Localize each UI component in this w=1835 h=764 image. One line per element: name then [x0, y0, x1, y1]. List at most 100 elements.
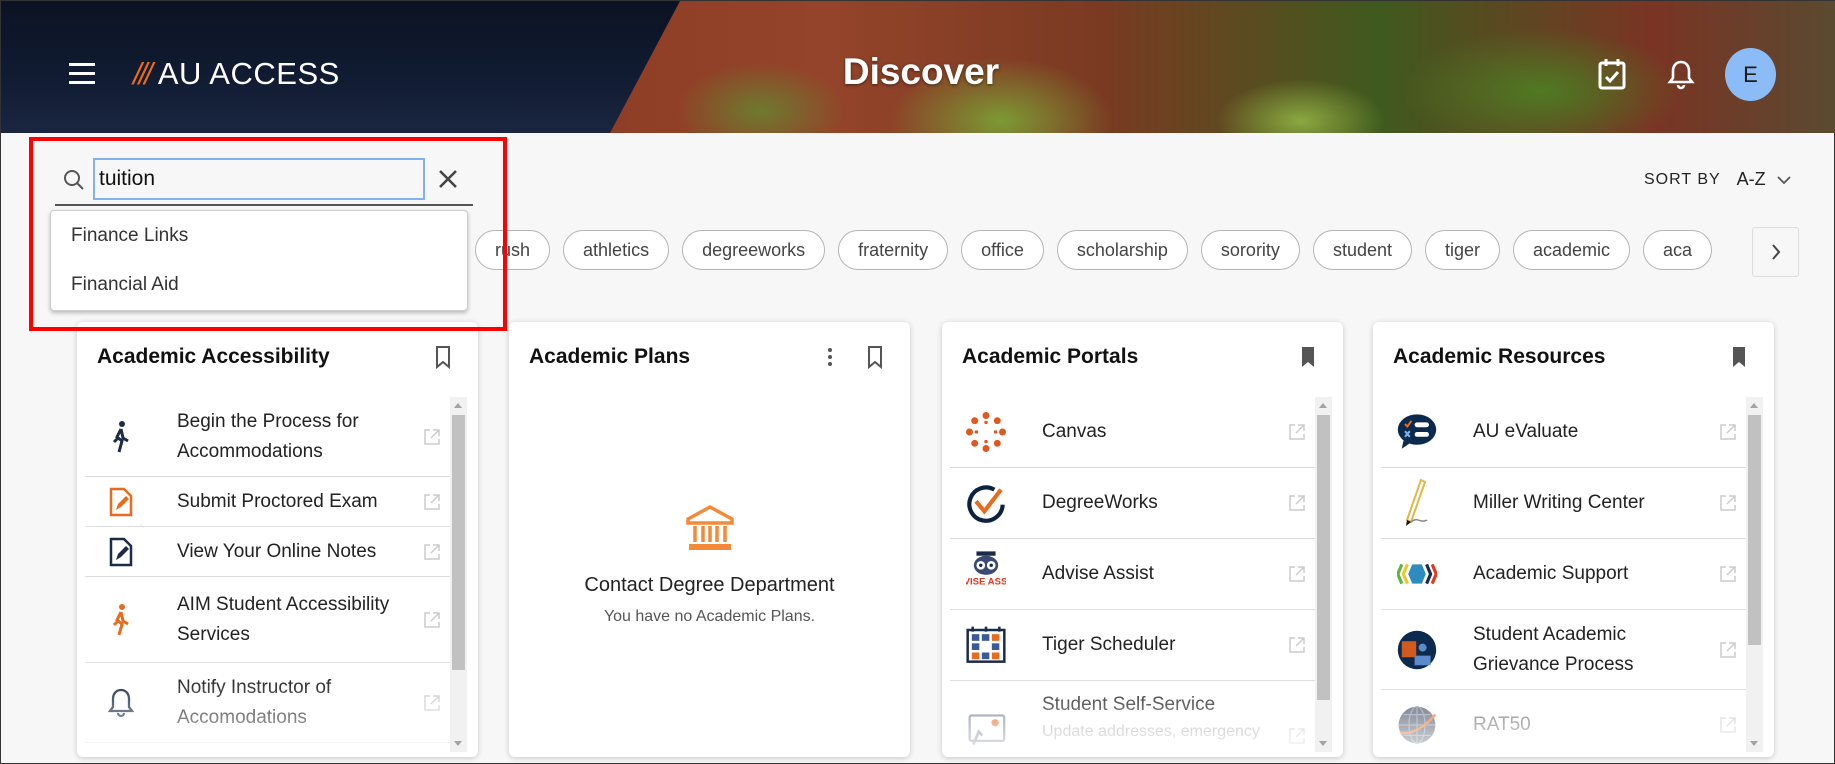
list-item[interactable]: Miller Writing Center	[1381, 468, 1746, 539]
avatar[interactable]: E	[1725, 48, 1776, 101]
list-item[interactable]: Notify Instructor of Accomodations	[85, 663, 450, 743]
tag-chip[interactable]: rush	[475, 230, 551, 270]
tag-chips: nt rush athletics degreeworks fraternity…	[396, 230, 1752, 271]
bookmark-outline-icon[interactable]	[866, 345, 884, 369]
calendar-grid-icon	[966, 625, 1006, 665]
item-label: Notify Instructor of Accomodations	[177, 676, 332, 728]
list-item[interactable]: Tiger Scheduler	[950, 610, 1315, 681]
tag-chip[interactable]: scholarship	[1056, 230, 1188, 270]
card-title: Academic Resources	[1393, 345, 1606, 368]
list-item[interactable]: Academic Support	[1381, 539, 1746, 610]
bookmark-filled-icon[interactable]	[1299, 345, 1317, 369]
list-item[interactable]: View Your Online Notes	[85, 527, 450, 577]
menu-icon[interactable]	[69, 63, 95, 85]
tag-chip[interactable]: sorority	[1200, 230, 1300, 270]
item-label: AIM Student Accessibility Services	[177, 593, 390, 645]
tag-chip[interactable]: fraternity	[838, 230, 949, 270]
item-label: Canvas	[1042, 421, 1107, 442]
list-item[interactable]: ADVISE ASSIST Advise Assist	[950, 539, 1315, 610]
item-label-group: Student Self-Service Update addresses, em…	[1042, 690, 1283, 744]
link-list: Canvas DegreeWorks ADVISE ASSIST Advise …	[950, 397, 1315, 757]
item-label: Academic Support	[1473, 563, 1629, 584]
list-item[interactable]: AIM Student Accessibility Services	[85, 577, 450, 663]
item-label: View Your Online Notes	[177, 540, 377, 562]
item-label: Submit Proctored Exam	[177, 490, 378, 512]
bell-icon[interactable]	[1666, 57, 1696, 91]
chevron-right-icon	[1771, 244, 1780, 260]
search-suggestions: Finance Links Financial Aid	[50, 210, 468, 311]
card-title: Academic Plans	[529, 345, 691, 368]
scrollbar[interactable]	[1315, 397, 1332, 752]
external-link-icon	[1720, 717, 1736, 733]
scrollbar[interactable]	[450, 397, 467, 752]
item-label: Advise Assist	[1042, 563, 1154, 584]
external-link-icon	[1289, 566, 1305, 582]
item-label: Student Academic Grievance Process	[1473, 623, 1634, 675]
external-link-icon	[1720, 641, 1736, 658]
external-link-icon	[424, 493, 440, 510]
list-item[interactable]: AU eValuate	[1381, 397, 1746, 468]
scrollbar[interactable]	[1746, 397, 1763, 752]
au-access-logo[interactable]: /// AU ACCESS	[133, 55, 340, 93]
item-label: RAT50	[1473, 714, 1531, 735]
card-academic-plans: Academic Plans Contact Degree Department…	[509, 322, 910, 757]
external-link-icon	[424, 543, 440, 560]
chips-next-button[interactable]	[1752, 227, 1799, 277]
list-item[interactable]: Student Academic Grievance Process	[1381, 610, 1746, 690]
list-item[interactable]: Submit Proctored Exam	[85, 477, 450, 527]
hexagons-icon	[1397, 554, 1437, 594]
bell-icon	[101, 683, 141, 723]
calendar-check-icon[interactable]	[1597, 57, 1627, 91]
item-label: AU eValuate	[1473, 421, 1579, 442]
tag-chip[interactable]: aca	[1643, 230, 1713, 270]
logo-mark: ///	[133, 56, 153, 91]
external-link-icon	[1720, 495, 1736, 511]
link-list: AU eValuate Miller Writing Center Academ…	[1381, 397, 1746, 757]
degreeworks-logo-icon	[966, 483, 1006, 523]
tag-chip[interactable]: office	[961, 230, 1044, 270]
close-icon[interactable]	[436, 167, 460, 191]
sort-dropdown[interactable]: SORT BY A-Z	[1644, 169, 1792, 190]
external-link-icon	[1720, 566, 1736, 582]
search-icon	[64, 170, 84, 190]
tag-chip[interactable]: tiger	[1424, 230, 1500, 270]
external-link-icon	[1720, 424, 1736, 440]
tag-chip[interactable]: athletics	[563, 230, 670, 270]
tag-chip[interactable]: student	[1312, 230, 1412, 270]
external-link-icon	[1289, 495, 1305, 511]
globe-plane-icon	[1397, 705, 1437, 745]
bank-building-icon	[686, 505, 734, 550]
card-academic-resources: Academic Resources AU eValuate Miller Wr…	[1373, 322, 1774, 757]
list-item[interactable]: Begin the Process for Accommodations	[85, 397, 450, 477]
external-link-icon	[1289, 728, 1305, 745]
bookmark-filled-icon[interactable]	[1730, 345, 1748, 369]
walking-person-icon	[101, 417, 141, 457]
list-item[interactable]: Student Self-Service Update addresses, em…	[950, 681, 1315, 757]
pencil-icon	[1397, 478, 1437, 526]
card-title: Academic Accessibility	[97, 345, 330, 368]
document-edit-icon	[101, 482, 141, 522]
advise-assist-logo-icon: ADVISE ASSIST	[966, 551, 1006, 594]
item-label: Tiger Scheduler	[1042, 634, 1176, 655]
header: /// AU ACCESS Discover E	[1, 1, 1835, 133]
external-link-icon	[424, 611, 440, 628]
card-academic-portals: Academic Portals Canvas DegreeWorks ADVI…	[942, 322, 1343, 757]
card-title: Academic Portals	[962, 345, 1139, 368]
empty-state-text: You have no Academic Plans.	[603, 608, 816, 625]
bookmark-outline-icon[interactable]	[434, 345, 452, 369]
list-item[interactable]: RAT50	[1381, 690, 1746, 757]
tag-chip[interactable]: academic	[1513, 230, 1631, 270]
grievance-icon	[1397, 630, 1437, 670]
tag-chip[interactable]: degreeworks	[682, 230, 826, 270]
empty-state-title: Contact Degree Department	[584, 574, 835, 596]
item-label: Miller Writing Center	[1473, 492, 1645, 513]
item-label: Student Self-Service	[1042, 693, 1216, 715]
suggestion-item[interactable]: Finance Links	[51, 211, 467, 260]
search-input[interactable]	[93, 158, 425, 200]
search-underline	[55, 204, 473, 206]
chevron-down-icon	[1777, 175, 1791, 184]
suggestion-item[interactable]: Financial Aid	[51, 260, 467, 309]
list-item[interactable]: DegreeWorks	[950, 468, 1315, 539]
list-item[interactable]: Canvas	[950, 397, 1315, 468]
more-options-icon[interactable]	[826, 346, 834, 368]
